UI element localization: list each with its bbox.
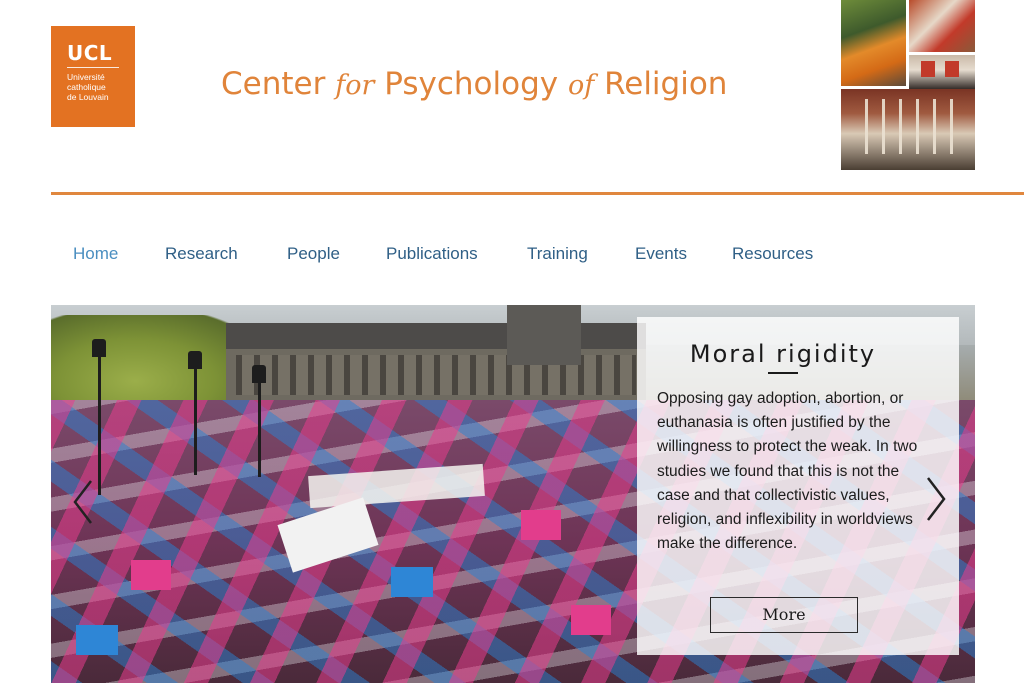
hero-photo-flag (76, 625, 118, 655)
logo-sub-line-1: Université (67, 72, 105, 82)
slideshow-next-button[interactable] (920, 474, 950, 524)
header-photo-collage (841, 0, 975, 170)
ucl-logo[interactable]: UCL Université catholique de Louvain (51, 26, 135, 127)
main-nav: Home Research People Publications Traini… (0, 243, 1024, 265)
site-title-italic-word: for (335, 70, 375, 101)
collage-photo-gathering (909, 0, 975, 52)
hero-photo-lamp (92, 339, 106, 357)
nav-item-resources[interactable]: Resources (732, 243, 813, 265)
slide-title-underline (768, 372, 798, 374)
site-title-italic-word: of (567, 70, 595, 101)
hero-photo-flag (391, 567, 433, 597)
site-title[interactable]: Center for Psychology of Religion (221, 64, 727, 106)
hero-photo-dome (507, 305, 581, 365)
hero-photo-flag (521, 510, 561, 540)
nav-item-training[interactable]: Training (527, 243, 588, 265)
slide-caption-panel: Moral rigidity Opposing gay adoption, ab… (637, 317, 959, 655)
collage-photo-monks (841, 0, 906, 86)
hero-photo-lamp (252, 365, 266, 383)
hero-photo-flag (131, 560, 171, 590)
nav-item-home[interactable]: Home (73, 243, 118, 265)
site-title-word: Center (221, 66, 326, 102)
more-button[interactable]: More (710, 597, 858, 633)
logo-main-text: UCL (67, 41, 113, 65)
nav-item-research[interactable]: Research (165, 243, 238, 265)
slide-title: Moral rigidity (689, 340, 877, 368)
slideshow-prev-button[interactable] (69, 477, 99, 527)
nav-item-publications[interactable]: Publications (386, 243, 478, 265)
hero-slideshow: Moral rigidity Opposing gay adoption, ab… (51, 305, 975, 683)
site-title-word: Psychology (384, 66, 559, 102)
hero-photo-roof (226, 323, 646, 349)
site-title-word: Religion (604, 66, 728, 102)
nav-item-people[interactable]: People (287, 243, 340, 265)
header-divider (51, 192, 1024, 195)
collage-photo-crosses (841, 89, 975, 170)
hero-photo-lamp (188, 351, 202, 369)
hero-photo-flag (571, 605, 611, 635)
chevron-left-icon (73, 480, 92, 524)
nav-item-events[interactable]: Events (635, 243, 687, 265)
chevron-right-icon (927, 477, 946, 521)
logo-sub-line-2: catholique (67, 82, 106, 92)
slide-description: Opposing gay adoption, abortion, or euth… (657, 390, 918, 553)
hero-photo-lamppost (258, 377, 261, 477)
hero-photo-lamppost (98, 355, 101, 495)
hero-photo-lamppost (194, 365, 197, 475)
logo-divider (67, 67, 119, 68)
logo-sub-line-3: de Louvain (67, 92, 109, 102)
